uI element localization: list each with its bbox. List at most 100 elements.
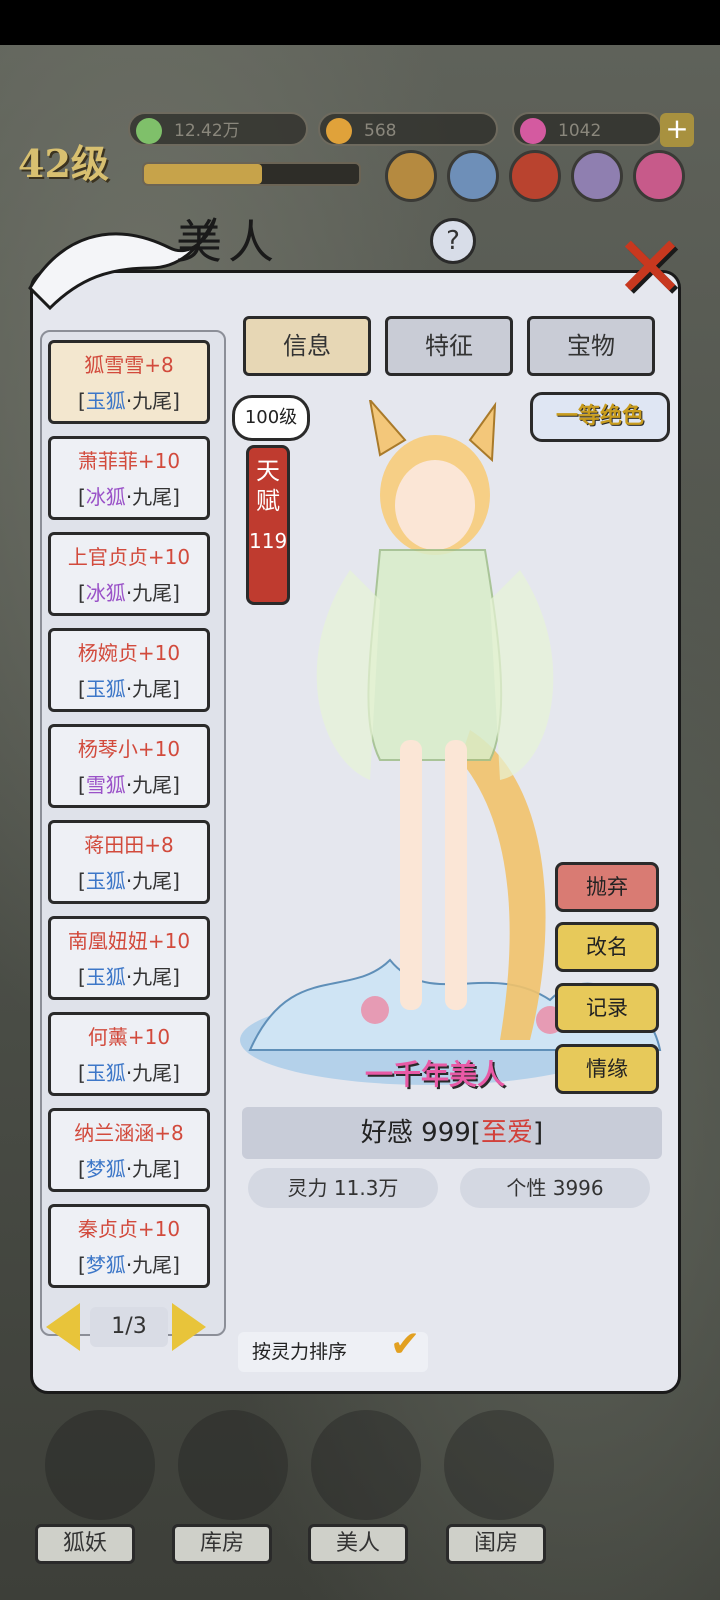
boudoir-nav-icon[interactable] [444,1410,554,1520]
list-item[interactable]: 杨婉贞+10 [玉狐·九尾] [48,628,210,712]
bond-button[interactable]: 情缘 [555,1044,659,1094]
type-suffix: ·九尾] [125,1157,180,1181]
shop-icon[interactable] [509,150,561,202]
nav-storage[interactable]: 库房 [172,1524,272,1564]
list-item[interactable]: 狐雪雪+8 [玉狐·九尾] [48,340,210,424]
list-item[interactable]: 萧菲菲+10 [冰狐·九尾] [48,436,210,520]
list-item[interactable]: 南凰妞妞+10 [玉狐·九尾] [48,916,210,1000]
close-button[interactable]: ✕ [610,225,690,311]
pager: 1/3 [44,1295,219,1355]
beauty-type: [玉狐·九尾] [51,671,207,707]
type-bracket: [ [78,1157,86,1181]
type-bracket: [ [78,773,86,797]
type-bracket: [ [78,485,86,509]
resource-value: 1042 [558,121,602,141]
panel-title: 美人 [176,215,280,269]
talent-value: 119 [249,529,288,553]
beauty-name: 狐雪雪+8 [84,353,174,377]
help-button[interactable]: ? [430,218,476,264]
nav-fox[interactable]: 狐妖 [35,1524,135,1564]
event-icon[interactable] [571,150,623,202]
page-indicator: 1/3 [90,1307,168,1347]
scroll-icon[interactable] [385,150,437,202]
beauty-name: 秦贞贞+10 [77,1217,181,1241]
beauty-name: 上官贞贞+10 [67,545,191,569]
list-item[interactable]: 杨琴小+10 [雪狐·九尾] [48,724,210,808]
fox-kind: 玉狐 [85,389,126,413]
add-resource-button[interactable]: + [660,113,694,147]
resource-gem: 1042 [512,112,662,146]
power-stat: 灵力 11.3万 [248,1168,438,1208]
tab-treasure[interactable]: 宝物 [527,316,655,376]
beauty-name: 南凰妞妞+10 [67,929,191,953]
beauty-type: [梦狐·九尾] [51,1151,207,1187]
beauty-name: 纳兰涵涵+8 [74,1121,184,1145]
spirit-stone-icon [136,118,162,144]
favor-status: 至爱 [480,1118,533,1148]
level-badge: 100级 [232,395,310,441]
type-suffix: ·九尾] [125,1253,180,1277]
beauty-type: [玉狐·九尾] [51,863,207,899]
type-bracket: [ [78,1061,86,1085]
fox-kind: 梦狐 [85,1157,126,1181]
fox-kind: 玉狐 [85,677,126,701]
type-suffix: ·九尾] [125,1061,180,1085]
talent-label: 天赋 [256,457,280,515]
list-item[interactable]: 秦贞贞+10 [梦狐·九尾] [48,1204,210,1288]
type-bracket: [ [78,869,86,893]
beauty-type: [玉狐·九尾] [51,959,207,995]
gem-icon [520,118,546,144]
type-suffix: ·九尾] [125,965,180,989]
type-suffix: ·九尾] [125,773,180,797]
flower-icon[interactable] [633,150,685,202]
tab-traits[interactable]: 特征 [385,316,513,376]
resource-value: 12.42万 [174,121,240,141]
list-item[interactable]: 蒋田田+8 [玉狐·九尾] [48,820,210,904]
nav-boudoir[interactable]: 闺房 [446,1524,546,1564]
beauty-type: [雪狐·九尾] [51,767,207,803]
next-page-arrow-icon[interactable] [172,1303,206,1351]
beauty-name: 杨琴小+10 [77,737,181,761]
fox-kind: 玉狐 [85,1061,126,1085]
favor-bar: 好感 999[至爱] [242,1107,662,1159]
favor-bracket: ] [532,1118,544,1148]
type-suffix: ·九尾] [125,869,180,893]
beauty-list: 狐雪雪+8 [玉狐·九尾] 萧菲菲+10 [冰狐·九尾] 上官贞贞+10 [冰狐·九尾] 杨… [40,330,226,1336]
status-bar [0,0,720,45]
nav-beauty[interactable]: 美人 [308,1524,408,1564]
abandon-button[interactable]: 抛弃 [555,862,659,912]
previous-page-arrow-icon[interactable] [46,1303,80,1351]
beauty-type: [冰狐·九尾] [51,575,207,611]
compass-icon[interactable] [447,150,499,202]
player-level: 42级 [18,141,109,186]
fox-kind: 玉狐 [85,869,126,893]
beauty-type: [梦狐·九尾] [51,1247,207,1283]
rename-button[interactable]: 改名 [555,922,659,972]
fox-nav-icon[interactable] [45,1410,155,1520]
fox-kind: 梦狐 [85,1253,126,1277]
talent-banner: 天赋 119 [246,445,290,605]
beauty-type: [冰狐·九尾] [51,479,207,515]
type-bracket: [ [78,965,86,989]
beauty-type: [玉狐·九尾] [51,1055,207,1091]
type-bracket: [ [78,1253,86,1277]
type-bracket: [ [78,389,86,413]
fox-kind: 冰狐 [85,485,126,509]
resource-spirit-stone: 12.42万 [128,112,308,146]
resource-gold-coin: 568 [318,112,498,146]
storage-nav-icon[interactable] [178,1410,288,1520]
beauty-name: 蒋田田+8 [84,833,174,857]
exp-bar [142,162,361,186]
grade-badge: 一等绝色 [530,392,670,442]
record-button[interactable]: 记录 [555,983,659,1033]
list-item[interactable]: 上官贞贞+10 [冰狐·九尾] [48,532,210,616]
list-item[interactable]: 纳兰涵涵+8 [梦狐·九尾] [48,1108,210,1192]
beauty-nav-icon[interactable] [311,1410,421,1520]
favor-text: 好感 999[ [360,1118,481,1148]
resource-value: 568 [364,121,397,141]
fox-kind: 冰狐 [85,581,126,605]
tab-info[interactable]: 信息 [243,316,371,376]
exp-bar-fill [144,164,263,184]
type-suffix: ·九尾] [125,677,180,701]
list-item[interactable]: 何薰+10 [玉狐·九尾] [48,1012,210,1096]
